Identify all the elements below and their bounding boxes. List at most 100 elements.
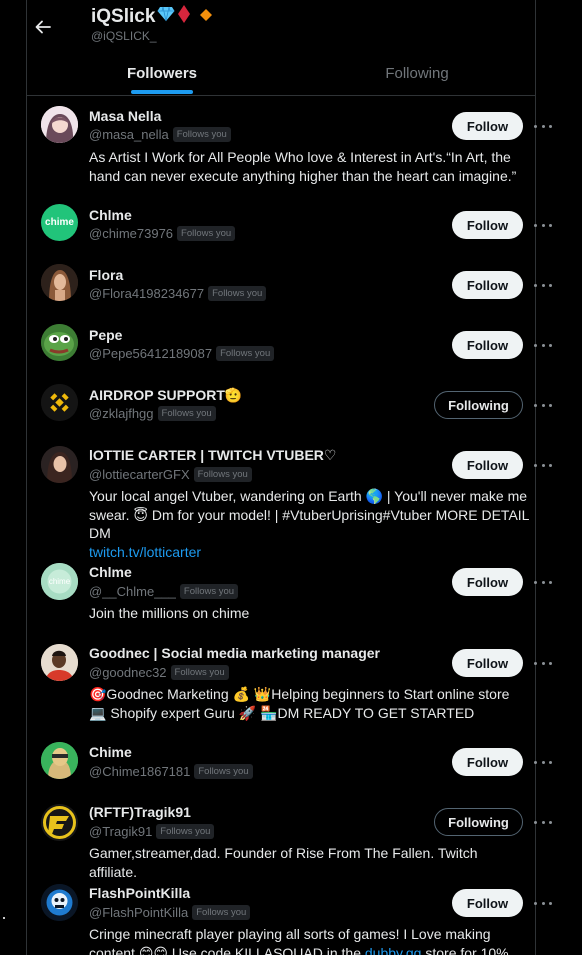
user-handle-line: @Chime1867181 Follows you bbox=[89, 764, 253, 779]
user-name[interactable]: lOTTIE CARTER | TWITCH VTUBER♡ bbox=[89, 447, 336, 464]
user-handle[interactable]: @FlashPointKilla bbox=[89, 905, 188, 920]
follows-you-badge: Follows you bbox=[192, 905, 251, 920]
user-name[interactable]: AIRDROP SUPPORT🫡 bbox=[89, 387, 242, 404]
user-name[interactable]: Chime bbox=[89, 744, 132, 760]
user-name[interactable]: Pepe bbox=[89, 327, 122, 343]
user-name[interactable]: FlashPointKilla bbox=[89, 885, 190, 901]
more-options-icon[interactable] bbox=[534, 120, 552, 132]
user-bio: As Artist I Work for All People Who love… bbox=[89, 149, 517, 184]
user-bio: 🎯Goodnec Marketing 💰 👑Helping beginners … bbox=[89, 686, 510, 721]
follows-you-badge: Follows you bbox=[194, 764, 253, 779]
list-item[interactable]: AIRDROP SUPPORT🫡 @zklajfhgg Follows you … bbox=[27, 372, 552, 432]
list-item[interactable]: (RFTF)Tragik91 @Tragik91 Follows you Fol… bbox=[27, 790, 552, 880]
back-button[interactable] bbox=[26, 10, 60, 44]
profile-name-row: iQSlick bbox=[91, 5, 213, 28]
tab-following[interactable]: Following bbox=[297, 50, 537, 96]
following-button[interactable]: Following bbox=[434, 391, 523, 419]
follow-button[interactable]: Follow bbox=[452, 211, 523, 239]
user-name[interactable]: Chlme bbox=[89, 564, 132, 580]
list-item[interactable]: Flora @Flora4198234677 Follows you Follo… bbox=[27, 252, 552, 312]
user-handle[interactable]: @chime73976 bbox=[89, 226, 173, 241]
more-options-icon[interactable] bbox=[534, 459, 552, 471]
avatar[interactable] bbox=[41, 742, 78, 779]
more-options-icon[interactable] bbox=[534, 816, 552, 828]
profile-header: iQSlick @iQSLICK_ Followers Following bbox=[27, 0, 535, 96]
user-handle-line: @chime73976 Follows you bbox=[89, 226, 236, 241]
following-button[interactable]: Following bbox=[434, 808, 523, 836]
user-name[interactable]: Goodnec | Social media marketing manager bbox=[89, 645, 380, 661]
more-options-icon[interactable] bbox=[534, 219, 552, 231]
avatar[interactable] bbox=[41, 446, 78, 483]
avatar[interactable] bbox=[41, 384, 78, 421]
user-name[interactable]: Chlme bbox=[89, 207, 132, 223]
bio-link[interactable]: dubby.gg bbox=[365, 945, 422, 955]
user-handle[interactable]: @zklajfhgg bbox=[89, 406, 154, 421]
list-item[interactable]: Pepe @Pepe56412189087 Follows you Follow bbox=[27, 312, 552, 372]
user-handle-line: @Tragik91 Follows you bbox=[89, 824, 215, 839]
follows-you-badge: Follows you bbox=[216, 346, 275, 361]
user-handle[interactable]: @__Chlme___ bbox=[89, 584, 176, 599]
follows-you-badge: Follows you bbox=[193, 467, 252, 482]
follow-button[interactable]: Follow bbox=[452, 112, 523, 140]
more-options-icon[interactable] bbox=[534, 576, 552, 588]
follow-button[interactable]: Follow bbox=[452, 271, 523, 299]
user-handle[interactable]: @Chime1867181 bbox=[89, 764, 190, 779]
gem-icon bbox=[157, 6, 175, 27]
avatar[interactable] bbox=[41, 884, 78, 921]
follow-button[interactable]: Follow bbox=[452, 568, 523, 596]
follow-button[interactable]: Follow bbox=[452, 889, 523, 917]
avatar[interactable]: chime bbox=[41, 204, 78, 241]
follows-you-badge: Follows you bbox=[157, 406, 216, 421]
user-handle-line: @goodnec32 Follows you bbox=[89, 665, 229, 680]
user-name[interactable]: Masa Nella bbox=[89, 108, 161, 124]
user-handle[interactable]: @lottiecarterGFX bbox=[89, 467, 190, 482]
avatar[interactable] bbox=[41, 644, 78, 681]
avatar[interactable] bbox=[41, 324, 78, 361]
user-handle[interactable]: @goodnec32 bbox=[89, 665, 167, 680]
list-item[interactable]: Goodnec | Social media marketing manager… bbox=[27, 630, 552, 730]
avatar[interactable] bbox=[41, 106, 78, 143]
arrow-left-icon bbox=[35, 20, 51, 34]
list-item[interactable]: Chime @Chime1867181 Follows you Follow bbox=[27, 730, 552, 790]
list-item[interactable]: chime Chlme @__Chlme___ Follows you Foll… bbox=[27, 549, 552, 630]
list-item[interactable]: chime Chlme @chime73976 Follows you Foll… bbox=[27, 192, 552, 252]
profile-handle: @iQSLICK_ bbox=[91, 29, 157, 43]
list-item[interactable]: Masa Nella @masa_nella Follows you Follo… bbox=[27, 96, 552, 192]
follow-button[interactable]: Follow bbox=[452, 451, 523, 479]
red-diamond-icon bbox=[178, 5, 191, 28]
binance-logo-icon bbox=[41, 384, 78, 421]
follow-button[interactable]: Follow bbox=[452, 748, 523, 776]
avatar[interactable]: chime bbox=[41, 563, 78, 600]
user-handle-line: @lottiecarterGFX Follows you bbox=[89, 467, 252, 482]
active-tab-indicator bbox=[131, 90, 193, 94]
follow-button[interactable]: Follow bbox=[452, 331, 523, 359]
more-options-icon[interactable] bbox=[534, 339, 552, 351]
more-options-icon[interactable] bbox=[534, 399, 552, 411]
user-handle-line: @__Chlme___ Follows you bbox=[89, 584, 239, 599]
user-handle[interactable]: @masa_nella bbox=[89, 127, 169, 142]
follows-you-badge: Follows you bbox=[208, 286, 267, 301]
user-name[interactable]: (RFTF)Tragik91 bbox=[89, 804, 191, 820]
user-handle-line: @FlashPointKilla Follows you bbox=[89, 905, 251, 920]
avatar[interactable] bbox=[41, 804, 78, 841]
more-options-icon[interactable] bbox=[534, 657, 552, 669]
page-title: iQSlick bbox=[91, 5, 156, 27]
follows-you-badge: Follows you bbox=[172, 127, 231, 142]
user-handle[interactable]: @Tragik91 bbox=[89, 824, 152, 839]
user-name[interactable]: Flora bbox=[89, 267, 123, 283]
follows-you-badge: Follows you bbox=[170, 665, 229, 680]
user-handle[interactable]: @Flora4198234677 bbox=[89, 286, 204, 301]
follows-you-badge: Follows you bbox=[156, 824, 215, 839]
user-handle-line: @masa_nella Follows you bbox=[89, 127, 231, 142]
more-options-icon[interactable] bbox=[534, 897, 552, 909]
user-handle-line: @Flora4198234677 Follows you bbox=[89, 286, 267, 301]
avatar[interactable] bbox=[41, 264, 78, 301]
list-item[interactable]: lOTTIE CARTER | TWITCH VTUBER♡ @lottieca… bbox=[27, 432, 552, 560]
list-item[interactable]: FlashPointKilla @FlashPointKilla Follows… bbox=[27, 870, 552, 955]
more-options-icon[interactable] bbox=[534, 279, 552, 291]
user-handle[interactable]: @Pepe56412189087 bbox=[89, 346, 212, 361]
more-options-icon[interactable] bbox=[534, 756, 552, 768]
user-bio: Join the millions on chime bbox=[89, 605, 250, 621]
follow-button[interactable]: Follow bbox=[452, 649, 523, 677]
user-bio-text: Your local angel Vtuber, wandering on Ea… bbox=[89, 488, 529, 541]
